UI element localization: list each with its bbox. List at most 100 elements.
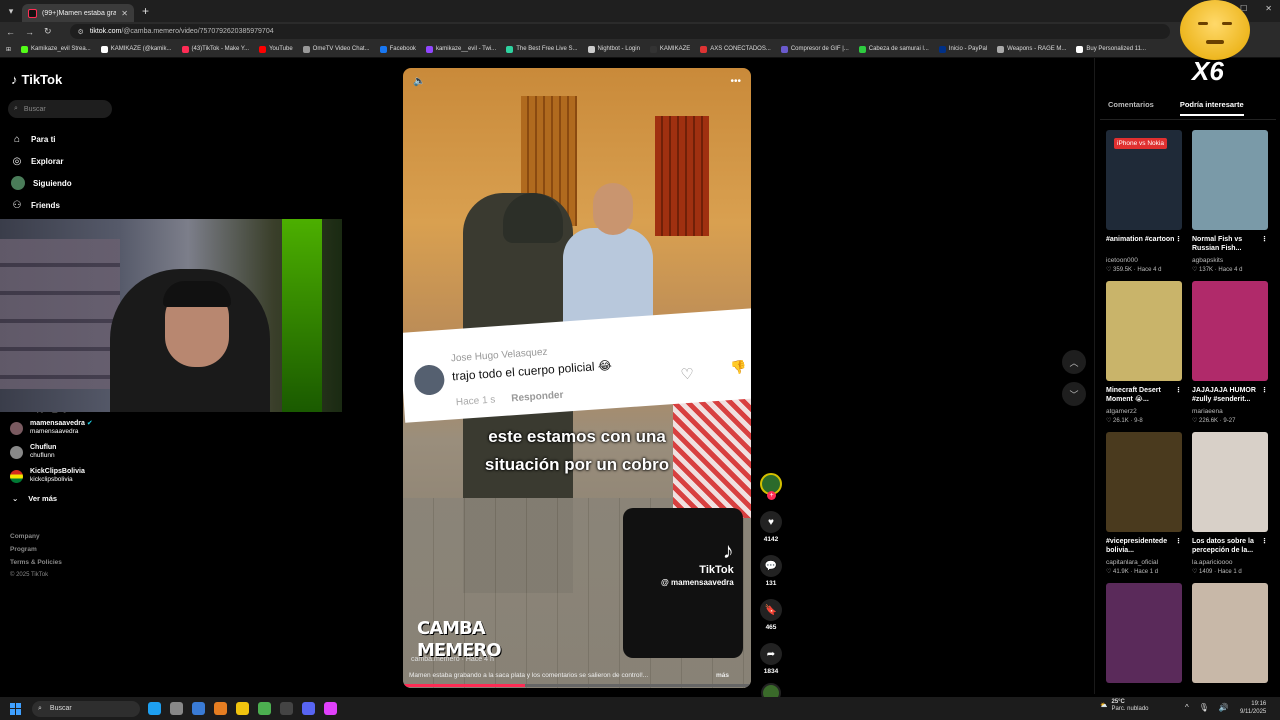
nav-item-explorar[interactable]: ◎ Explorar bbox=[11, 150, 131, 172]
video-thumbnail[interactable] bbox=[1192, 281, 1268, 381]
recommended-video-card[interactable]: JAJAJAJA HUMOR #zully #senderit... ⋮ maria… bbox=[1192, 281, 1268, 424]
nav-item-friends[interactable]: ⚇ Friends bbox=[11, 194, 131, 216]
video-progress-bar[interactable] bbox=[403, 684, 751, 687]
video-player[interactable]: 🔈 ••• Jose Hugo Velasquez trajo todo el … bbox=[403, 68, 751, 688]
bookmark-item[interactable]: KAMIKAZE (@kamik... bbox=[100, 45, 172, 53]
bookmark-item[interactable]: Kamikaze_evil Strea... bbox=[21, 45, 91, 53]
recommended-video-card[interactable] bbox=[1106, 583, 1182, 683]
discord-icon[interactable] bbox=[302, 702, 315, 715]
new-tab-icon[interactable]: + bbox=[142, 4, 149, 18]
footer-link[interactable]: Terms & Policies bbox=[10, 556, 62, 569]
video-thumbnail[interactable] bbox=[1106, 281, 1182, 381]
speaker-icon[interactable]: 🔊 bbox=[1219, 703, 1229, 712]
like-button[interactable]: ♥ bbox=[760, 511, 782, 533]
bookmark-item[interactable]: Nightbot - Login bbox=[587, 45, 640, 53]
tab-search-icon[interactable]: ▾ bbox=[0, 0, 22, 22]
browser-tab-active[interactable]: (99+)Mamen estaba graba ✕ bbox=[22, 4, 134, 22]
close-window-icon[interactable]: ✕ bbox=[1265, 4, 1272, 13]
recommended-video-card[interactable] bbox=[1192, 583, 1268, 683]
bookmark-item[interactable]: KAMIKAZE bbox=[649, 45, 690, 53]
video-thumbnail[interactable] bbox=[1192, 583, 1268, 683]
following-account[interactable]: mamensaavedra ✔ mamensaavedra bbox=[10, 416, 130, 440]
recommended-video-card[interactable]: Normal Fish vs Russian Fish... ⋮ agbapskit… bbox=[1192, 130, 1268, 273]
recommended-video-card[interactable]: Los datos sobre la percepción de la... ⋮ l… bbox=[1192, 432, 1268, 575]
volume-icon[interactable]: 🔈 bbox=[413, 76, 425, 87]
video-thumbnail[interactable] bbox=[1192, 432, 1268, 532]
bookmark-item[interactable]: AXS CONECTADOS... bbox=[700, 45, 771, 53]
footer-link[interactable]: Program bbox=[10, 543, 62, 556]
more-link[interactable]: más bbox=[716, 672, 729, 679]
apps-grid-icon[interactable]: ⊞ bbox=[6, 46, 11, 53]
footer-link[interactable]: Company bbox=[10, 530, 62, 543]
forward-icon[interactable]: → bbox=[25, 27, 34, 37]
card-username[interactable]: capitanlara_oficial bbox=[1106, 559, 1182, 566]
bookmark-item[interactable]: Facebook bbox=[379, 45, 416, 53]
weather-widget[interactable]: ⛅ 25°C Parc. nublado bbox=[1100, 699, 1149, 713]
bookmark-item[interactable]: Inicio - PayPal bbox=[938, 45, 987, 53]
mic-icon[interactable]: 🎙 bbox=[1199, 703, 1209, 712]
tab-comentarios[interactable]: Comentarios bbox=[1108, 100, 1154, 116]
bookmark-item[interactable]: Buy Personalized 11... bbox=[1076, 45, 1146, 53]
recommended-video-card[interactable]: Minecraft Desert Moment 😭... ⋮ atgamerz2 ♡ … bbox=[1106, 281, 1182, 424]
video-thumbnail[interactable] bbox=[1106, 432, 1182, 532]
tiktok-logo[interactable]: ♪ TikTok bbox=[11, 72, 62, 87]
bookmark-item[interactable]: kamikaze__evil - Twi... bbox=[425, 45, 496, 53]
app-icon[interactable] bbox=[280, 702, 293, 715]
site-info-icon[interactable]: ⚙ bbox=[78, 28, 84, 36]
more-options-icon[interactable]: ••• bbox=[730, 76, 741, 87]
previous-video-button[interactable]: ︿ bbox=[1062, 350, 1086, 374]
search-input[interactable]: ⌕ Buscar bbox=[8, 100, 112, 118]
following-account[interactable]: KickClipsBolivia kickclipsbolivia bbox=[10, 464, 130, 488]
chevron-up-icon[interactable]: ^ bbox=[1185, 703, 1189, 712]
app-icon[interactable] bbox=[214, 702, 227, 715]
nav-item-siguiendo[interactable]: Siguiendo bbox=[11, 172, 131, 194]
save-button[interactable]: 🔖 bbox=[760, 599, 782, 621]
recommended-video-card[interactable]: #vicepresidentede bolivia... ⋮ capitanlara… bbox=[1106, 432, 1182, 575]
url-field[interactable]: ⚙ tiktok.com/@camba.memero/video/7570792… bbox=[69, 24, 1170, 39]
app-icon[interactable] bbox=[192, 702, 205, 715]
video-thumbnail[interactable]: iPhone vs Nokia bbox=[1106, 130, 1182, 230]
nav-item-para-ti[interactable]: ⌂ Para ti bbox=[11, 128, 131, 150]
card-username[interactable]: la.aparicioooo bbox=[1192, 559, 1268, 566]
chrome-icon[interactable] bbox=[258, 702, 271, 715]
edge-icon[interactable] bbox=[148, 702, 161, 715]
comment-button[interactable]: 💬 bbox=[760, 555, 782, 577]
video-author[interactable]: camba.memero · Hace 4 h bbox=[411, 656, 494, 663]
card-username[interactable]: agbapskits bbox=[1192, 257, 1268, 264]
bookmark-item[interactable]: YouTube bbox=[259, 45, 293, 53]
tab-podria-interesarte[interactable]: Podría interesarte bbox=[1179, 100, 1244, 116]
bookmark-item[interactable]: Cabeza de samurai l... bbox=[858, 45, 929, 53]
card-username[interactable]: icetoon000 bbox=[1106, 257, 1182, 264]
next-video-button[interactable]: ﹀ bbox=[1062, 382, 1086, 406]
bookmark-item[interactable]: OmeTV Video Chat... bbox=[302, 45, 370, 53]
card-more-icon[interactable]: ⋮ bbox=[1261, 235, 1268, 255]
card-more-icon[interactable]: ⋮ bbox=[1175, 235, 1182, 255]
follow-plus-icon[interactable]: + bbox=[767, 491, 776, 500]
card-more-icon[interactable]: ⋮ bbox=[1261, 386, 1268, 406]
windows-start-icon[interactable] bbox=[10, 702, 22, 715]
share-button[interactable]: ➦ bbox=[760, 643, 782, 665]
card-more-icon[interactable]: ⋮ bbox=[1261, 537, 1268, 557]
bookmark-item[interactable]: Compresor de GIF |... bbox=[780, 45, 849, 53]
taskbar-search[interactable]: ⌕ Buscar bbox=[32, 700, 140, 717]
video-thumbnail[interactable] bbox=[1106, 583, 1182, 683]
taskbar-clock[interactable]: 19:16 9/11/2025 bbox=[1240, 700, 1266, 716]
app-icon[interactable] bbox=[324, 702, 337, 715]
video-thumbnail[interactable] bbox=[1192, 130, 1268, 230]
card-more-icon[interactable]: ⋮ bbox=[1175, 386, 1182, 406]
card-more-icon[interactable]: ⋮ bbox=[1175, 537, 1182, 557]
reload-icon[interactable]: ↻ bbox=[44, 26, 52, 37]
bookmark-item[interactable]: Weapons - RAGE M... bbox=[997, 45, 1066, 53]
creator-avatar[interactable]: + bbox=[760, 473, 782, 500]
app-icon[interactable] bbox=[170, 702, 183, 715]
card-username[interactable]: atgamerz2 bbox=[1106, 408, 1182, 415]
back-icon[interactable]: ← bbox=[6, 27, 15, 37]
bookmark-item[interactable]: The Best Free Live S... bbox=[506, 45, 578, 53]
see-more-button[interactable]: ⌄ Ver más bbox=[10, 488, 130, 508]
recommended-video-card[interactable]: iPhone vs Nokia #animation #cartoon ⋮ iceto… bbox=[1106, 130, 1182, 273]
following-account[interactable]: Chuflun chuflunn bbox=[10, 440, 130, 464]
card-username[interactable]: mariaeena bbox=[1192, 408, 1268, 415]
bookmark-item[interactable]: (43)TikTok - Make Y... bbox=[181, 45, 249, 53]
tab-close-icon[interactable]: ✕ bbox=[121, 9, 128, 18]
folder-icon[interactable] bbox=[236, 702, 249, 715]
